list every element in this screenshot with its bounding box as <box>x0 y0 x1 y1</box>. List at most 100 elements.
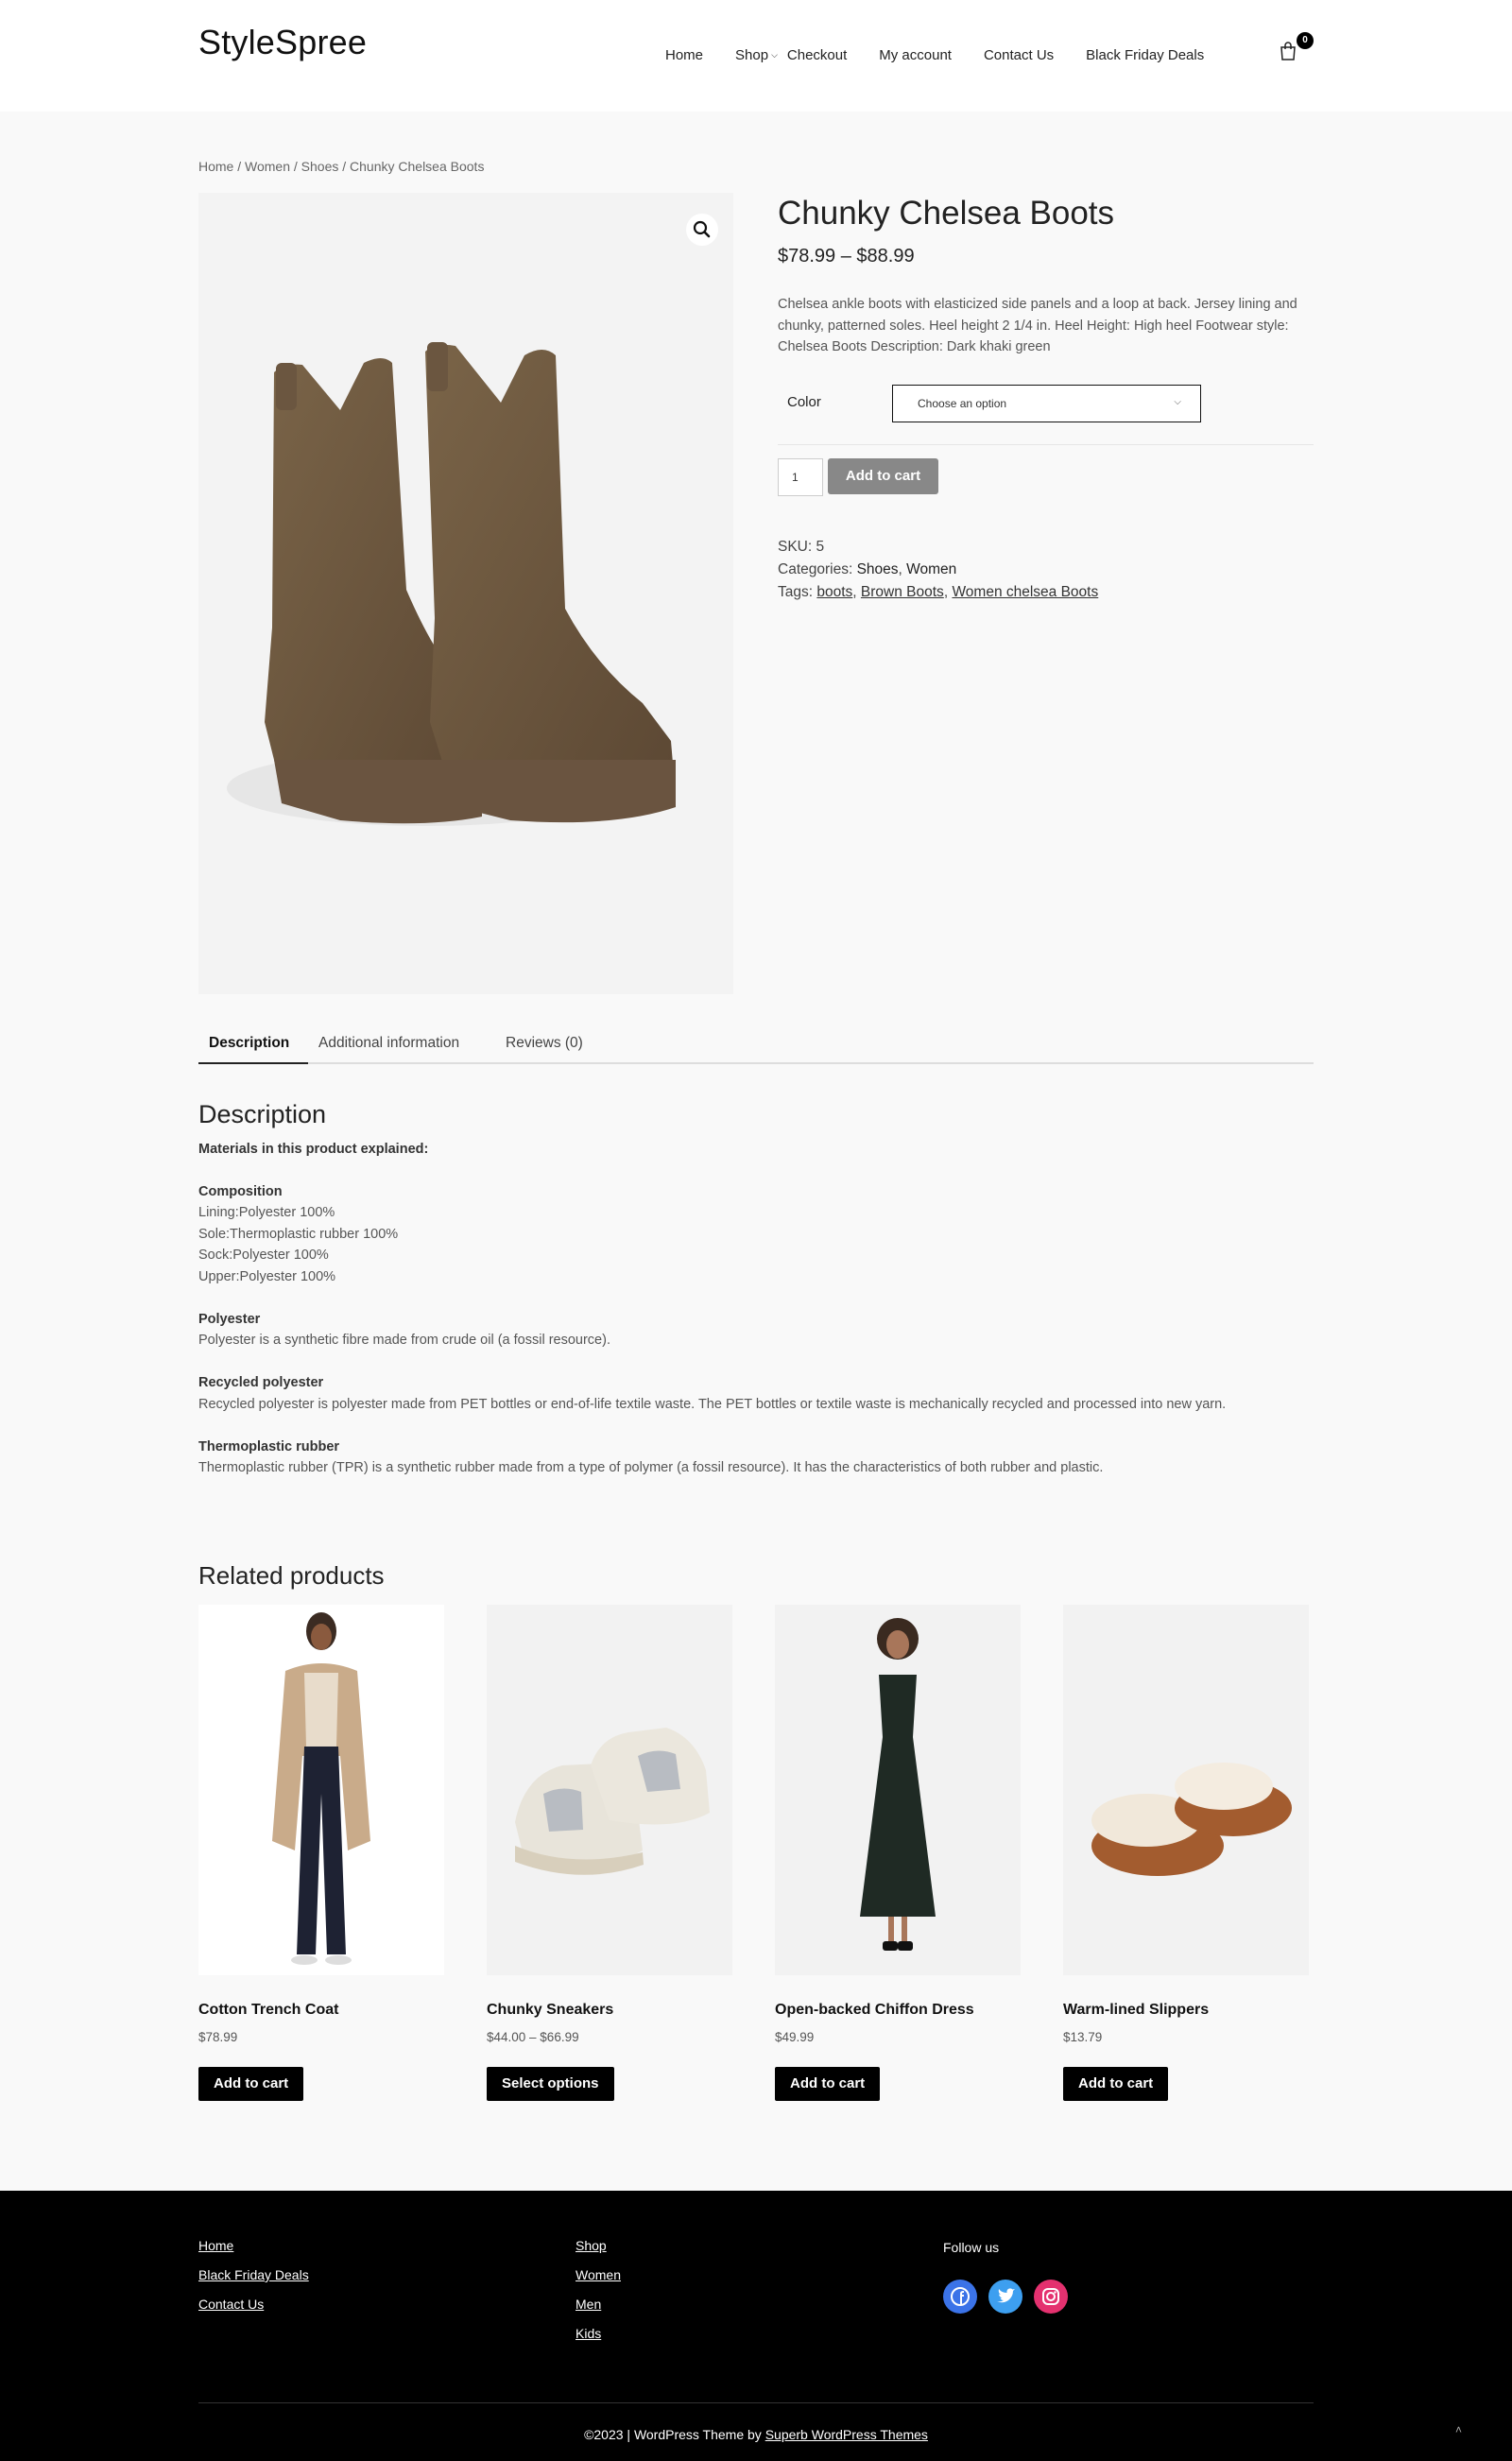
footer-link[interactable]: Black Friday Deals <box>198 2267 309 2282</box>
description-heading: Description <box>198 1100 327 1128</box>
related-product-card: Cotton Trench Coat $78.99 Add to cart <box>198 1605 444 2101</box>
tab-reviews[interactable]: Reviews (0) <box>506 1035 583 1052</box>
main-nav: Home Shop ⌵ Checkout My account Contact U… <box>665 47 1236 63</box>
product-name[interactable]: Chunky Sneakers <box>487 2002 732 2019</box>
product-name[interactable]: Warm-lined Slippers <box>1063 2002 1309 2019</box>
product-name[interactable]: Cotton Trench Coat <box>198 2002 444 2019</box>
product-image-sneakers[interactable] <box>487 1605 732 1975</box>
variations-form: Color Choose an option ⌵ <box>778 379 1314 445</box>
category-link[interactable]: Shoes <box>857 561 899 577</box>
select-options-button[interactable]: Select options <box>487 2067 614 2101</box>
footer-link[interactable]: Kids <box>576 2326 621 2341</box>
product-price: $13.79 <box>1063 2030 1103 2044</box>
nav-black-friday[interactable]: Black Friday Deals <box>1086 47 1204 63</box>
footer-link[interactable]: Shop <box>576 2238 621 2253</box>
material-text: Polyester is a synthetic fibre made from… <box>198 1333 610 1348</box>
add-to-cart-button[interactable]: Add to cart <box>1063 2067 1169 2101</box>
sku-line: SKU: 5 <box>778 536 1314 559</box>
material-title: Recycled polyester <box>198 1375 324 1390</box>
product-image-chiffon-dress[interactable] <box>775 1605 1021 1975</box>
nav-my-account[interactable]: My account <box>879 47 952 63</box>
product-price: $49.99 <box>775 2030 815 2044</box>
add-to-cart-button[interactable]: Add to cart <box>828 457 938 494</box>
product-name[interactable]: Open-backed Chiffon Dress <box>775 2002 1021 2019</box>
product-title: Chunky Chelsea Boots <box>778 195 1115 232</box>
instagram-icon[interactable] <box>1034 2280 1068 2314</box>
material-text: Thermoplastic rubber (TPR) is a syntheti… <box>198 1460 1104 1475</box>
facebook-icon[interactable] <box>943 2280 977 2314</box>
trench-coat-illustration <box>272 1612 370 1965</box>
composition-line: Sock:Polyester 100% <box>198 1248 329 1263</box>
product-price: $44.00 – $66.99 <box>487 2030 579 2044</box>
material-title: Polyester <box>198 1311 261 1327</box>
twitter-icon[interactable] <box>988 2280 1022 2314</box>
cart-count-badge: 0 <box>1297 32 1314 49</box>
quantity-input[interactable]: 1 <box>778 457 823 496</box>
active-tab-indicator <box>198 1062 308 1064</box>
site-header: StyleSpree Home Shop ⌵ Checkout My accoun… <box>0 0 1512 112</box>
add-to-cart-button[interactable]: Add to cart <box>198 2067 304 2101</box>
chevron-down-icon: ⌵ <box>771 50 778 60</box>
tags-label: Tags: <box>778 583 814 600</box>
theme-credit-link[interactable]: Superb WordPress Themes <box>765 2427 928 2442</box>
site-logo[interactable]: StyleSpree <box>198 23 367 62</box>
follow-us-label: Follow us <box>943 2240 1000 2255</box>
color-label: Color <box>787 393 821 410</box>
breadcrumb[interactable]: Home / Women / Shoes / Chunky Chelsea Bo… <box>198 159 484 174</box>
categories-label: Categories: <box>778 560 853 577</box>
sneakers-illustration <box>515 1728 710 1875</box>
composition-line: Sole:Thermoplastic rubber 100% <box>198 1226 399 1242</box>
credit-text: ©2023 | WordPress Theme by <box>584 2427 765 2442</box>
color-select[interactable]: Choose an option ⌵ <box>892 384 1201 422</box>
footer-link[interactable]: Women <box>576 2267 621 2282</box>
product-image-trench-coat[interactable] <box>198 1605 444 1975</box>
shopping-bag-icon[interactable] <box>1280 42 1297 60</box>
slippers-illustration <box>1091 1763 1292 1876</box>
material-text: Recycled polyester is polyester made fro… <box>198 1396 1227 1412</box>
product-price: $78.99 – $88.99 <box>778 246 915 267</box>
tags-line: Tags: boots, Brown Boots, Women chelsea … <box>778 583 1099 600</box>
product-price: $78.99 <box>198 2030 238 2044</box>
nav-home[interactable]: Home <box>665 47 703 63</box>
footer-link[interactable]: Men <box>576 2297 621 2312</box>
composition-line: Upper:Polyester 100% <box>198 1268 336 1284</box>
product-gallery[interactable] <box>198 193 733 994</box>
zoom-button[interactable] <box>686 214 718 246</box>
related-products-title: Related products <box>198 1561 385 1590</box>
product-meta: SKU: 5 Categories: Shoes, Women Tags: bo… <box>778 536 1314 604</box>
chelsea-boots-image <box>227 342 676 826</box>
nav-shop[interactable]: Shop ⌵ <box>735 47 778 63</box>
nav-contact[interactable]: Contact Us <box>984 47 1054 63</box>
tab-additional-information[interactable]: Additional information <box>318 1035 459 1052</box>
sku-value: 5 <box>816 538 825 555</box>
add-to-cart-button[interactable]: Add to cart <box>775 2067 881 2101</box>
category-link[interactable]: Women <box>906 561 956 577</box>
short-description: Chelsea ankle boots with elasticized sid… <box>778 297 1297 354</box>
footer-divider <box>198 2402 1314 2403</box>
composition-line: Lining:Polyester 100% <box>198 1205 335 1220</box>
add-to-cart-form: 1 Add to cart <box>778 457 1314 496</box>
magnifier-icon <box>693 220 711 238</box>
product-summary: Chunky Chelsea Boots $78.99 – $88.99 Che… <box>778 195 1314 604</box>
sku-label: SKU: <box>778 538 813 555</box>
footer-credit: ©2023 | WordPress Theme by Superb WordPr… <box>0 2427 1512 2442</box>
footer-column: Shop Women Men Kids <box>576 2238 621 2355</box>
composition-title: Composition <box>198 1183 283 1199</box>
footer-column: Home Black Friday Deals Contact Us <box>198 2238 309 2326</box>
material-title: Thermoplastic rubber <box>198 1438 340 1454</box>
materials-intro: Materials in this product explained: <box>198 1141 429 1157</box>
product-tabs: Description Additional information Revie… <box>198 1030 1314 1064</box>
tag-link[interactable]: Brown Boots <box>861 584 944 600</box>
footer-link[interactable]: Home <box>198 2238 309 2253</box>
footer-link[interactable]: Contact Us <box>198 2297 309 2312</box>
dress-illustration <box>860 1618 936 1951</box>
categories-line: Categories: Shoes, Women <box>778 560 957 577</box>
color-select-value: Choose an option <box>918 396 1007 410</box>
nav-checkout[interactable]: Checkout <box>787 47 847 63</box>
tag-link[interactable]: Women chelsea Boots <box>952 584 1098 600</box>
product-image-slippers[interactable] <box>1063 1605 1309 1975</box>
tag-link[interactable]: boots <box>816 584 852 600</box>
back-to-top-icon[interactable]: ˄ <box>1455 2423 1462 2436</box>
tab-description[interactable]: Description <box>209 1035 289 1052</box>
chevron-down-icon: ⌵ <box>1174 396 1181 407</box>
